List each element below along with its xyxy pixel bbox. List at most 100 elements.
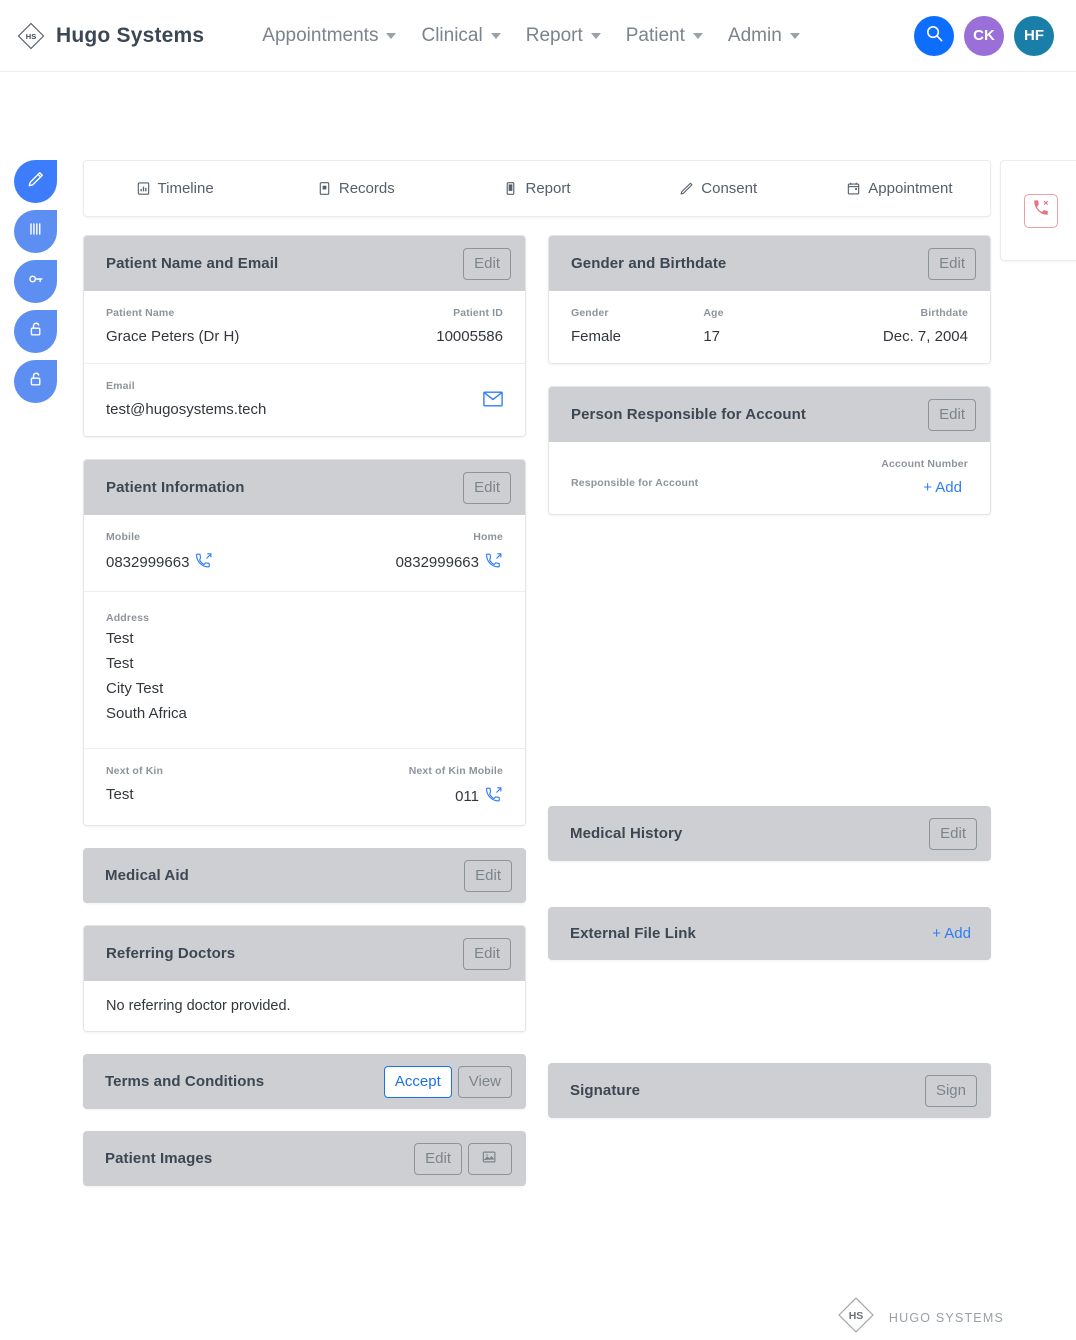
nav-item-label: Patient [625,24,685,46]
view-button[interactable]: View [457,1065,512,1098]
brand-logo[interactable]: HS Hugo Systems [16,21,204,51]
search-icon [925,24,944,47]
field-label: Next of Kin [106,765,164,777]
nav-item-label: Appointments [262,24,379,46]
pen-icon [679,181,694,196]
nav-item-clinical[interactable]: Clinical [411,19,510,53]
card-title: Gender and Birthdate [571,255,727,272]
phone-outgoing-icon[interactable] [485,786,503,807]
field-value-wrap: 0832999663 [106,552,213,573]
card-header-actions: Edit [414,1142,512,1175]
card-body: Mobile 0832999663 Home 0832999663 Addres… [84,515,525,825]
card-header: Terms and Conditions Accept View [83,1054,526,1109]
add-external-file-button[interactable]: + Add [926,925,977,942]
rail-button-key[interactable] [14,260,57,303]
card-body: Responsible for Account Account Number +… [549,442,990,514]
card-header-actions: Sign [924,1074,977,1107]
search-button[interactable] [914,15,954,56]
row-responsible: Responsible for Account Account Number +… [549,442,990,514]
card-header: Person Responsible for Account Edit [549,387,990,442]
edit-button[interactable]: Edit [463,471,511,504]
field-label: Home [473,531,503,543]
card-header-actions: Edit [928,247,976,280]
tab-label: Consent [701,180,758,197]
card-header: Medical History Edit [548,806,991,861]
address-lines: Test Test City Test South Africa [106,626,503,726]
avatar-initials: HF [1024,27,1044,44]
field-email: Email test@hugosystems.tech [106,380,266,418]
edit-button[interactable]: Edit [928,398,976,431]
gallery-button[interactable] [468,1142,512,1175]
field-value: 17 [703,328,721,345]
field-birthdate: Birthdate Dec. 7, 2004 [836,307,968,345]
rail-button-unlock-2[interactable] [14,360,57,403]
card-referring-doctors: Referring Doctors Edit No referring doct… [83,925,526,1032]
card-header: Gender and Birthdate Edit [549,236,990,291]
accept-button[interactable]: Accept [383,1065,452,1098]
field-label: Age [703,307,724,319]
file-records-icon [317,181,332,196]
avatar-ck[interactable]: CK [964,15,1004,56]
envelope-icon[interactable] [483,391,503,418]
field-label: Gender [571,307,609,319]
address-line: South Africa [106,705,187,722]
card-external-file-link: External File Link + Add [548,907,991,960]
card-medical-history: Medical History Edit [548,806,991,861]
card-title: Patient Images [105,1150,213,1167]
field-value: Grace Peters (Dr H) [106,328,240,345]
field-mobile: Mobile 0832999663 [106,531,213,573]
card-title: Terms and Conditions [105,1073,265,1090]
svg-text:HS: HS [849,1310,864,1322]
card-title: Medical Aid [105,867,189,884]
tab-report[interactable]: Report [446,180,627,197]
card-header-actions: Accept View [383,1065,512,1098]
card-title: External File Link [570,925,697,942]
field-next-of-kin-mobile: Next of Kin Mobile 011 [409,765,503,807]
sign-button[interactable]: Sign [924,1074,977,1107]
avatar-hf[interactable]: HF [1014,15,1054,56]
card-title: Referring Doctors [106,945,236,962]
row-next-of-kin: Next of Kin Test Next of Kin Mobile 011 [84,749,525,825]
field-label: Email [106,380,135,392]
tab-records[interactable]: Records [265,180,446,197]
nav-item-appointments[interactable]: Appointments [252,19,406,53]
rail-button-edit[interactable] [14,160,57,203]
add-account-number-button[interactable]: + Add [917,479,968,496]
row-address: Address Test Test City Test South Africa [84,592,525,749]
edit-button[interactable]: Edit [463,247,511,280]
card-header: Patient Information Edit [84,460,525,515]
card-header-actions: Edit [928,398,976,431]
edit-button[interactable]: Edit [464,859,512,892]
chart-bar-icon [136,181,151,196]
chevron-down-icon [490,32,501,39]
nav-item-admin[interactable]: Admin [718,19,810,53]
tab-timeline[interactable]: Timeline [84,180,265,197]
call-panel [1000,160,1076,261]
key-icon [26,269,46,294]
phone-outgoing-icon[interactable] [196,552,213,573]
rail-button-barcode[interactable] [14,210,57,253]
edit-button[interactable]: Edit [928,247,976,280]
phone-outgoing-icon[interactable] [485,552,503,573]
tab-label: Records [338,180,395,197]
footer-brand-name: HUGO SYSTEMS [888,1310,1004,1325]
end-call-button[interactable] [1024,193,1058,228]
tab-label: Appointment [868,180,953,197]
card-header: Referring Doctors Edit [84,926,525,981]
rail-button-unlock-1[interactable] [14,310,57,353]
tab-consent[interactable]: Consent [628,180,809,197]
field-home: Home 0832999663 [396,531,503,573]
nav-item-patient[interactable]: Patient [616,19,713,53]
field-patient-name: Patient Name Grace Peters (Dr H) [106,307,239,345]
field-label: Mobile [106,531,141,543]
card-header-actions: Edit [929,817,977,850]
edit-button[interactable]: Edit [414,1142,462,1175]
card-body: Gender Female Age 17 Birthdate Dec. 7, 2… [549,291,990,363]
card-header-actions: Edit [463,937,511,970]
chevron-down-icon [386,32,397,39]
card-title: Patient Information [106,479,245,496]
edit-button[interactable]: Edit [929,817,977,850]
tab-appointment[interactable]: Appointment [809,180,990,197]
nav-item-report[interactable]: Report [516,19,611,53]
edit-button[interactable]: Edit [463,937,511,970]
